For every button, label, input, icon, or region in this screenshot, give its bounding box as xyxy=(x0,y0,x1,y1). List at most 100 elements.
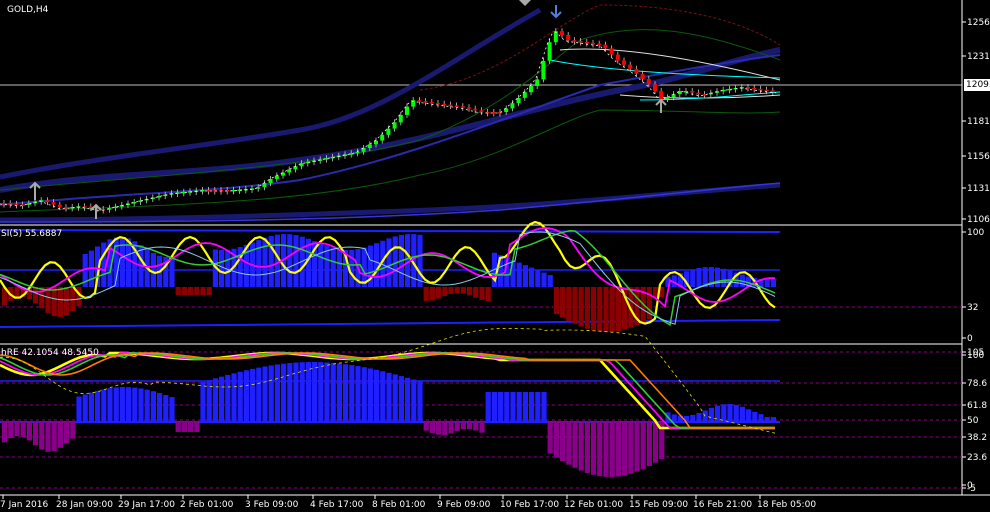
bear-candle xyxy=(14,203,19,206)
bear-candle xyxy=(566,35,571,41)
bear-candle xyxy=(646,79,651,85)
fib-histogram-bar xyxy=(88,392,94,422)
rsi-histogram-bar xyxy=(615,287,621,332)
bear-candle xyxy=(479,110,484,112)
fib-histogram-bar xyxy=(622,422,628,476)
rsi-histogram-bar xyxy=(578,287,584,327)
fib-histogram-bar xyxy=(653,422,659,463)
bull-candle xyxy=(293,166,298,170)
time-tick-label: 28 Jan 09:00 xyxy=(56,500,113,510)
fib-histogram-bar xyxy=(243,370,249,422)
rsi-histogram-bar xyxy=(429,287,435,301)
bear-candle xyxy=(758,88,763,91)
time-tick-label: 18 Feb 05:00 xyxy=(757,500,816,510)
fib-histogram-bar xyxy=(374,369,380,422)
rsi-histogram-bar xyxy=(454,287,460,294)
fib-histogram-bar xyxy=(95,390,101,422)
fib-histogram-bar xyxy=(2,422,8,443)
time-tick-label: 16 Feb 21:00 xyxy=(693,500,752,510)
rsi-level-label: 32 xyxy=(967,303,978,313)
rsi-histogram-bar xyxy=(448,287,454,294)
bear-candle xyxy=(746,87,750,89)
bear-candle xyxy=(609,48,614,55)
fib-histogram-bar xyxy=(603,422,609,477)
fib-histogram-bar xyxy=(200,381,206,422)
fib-histogram-bar xyxy=(312,362,318,422)
fib-histogram-bar xyxy=(293,362,299,422)
fib-histogram-bar xyxy=(380,371,386,422)
rsi-histogram-bar xyxy=(423,287,429,301)
rsi-histogram-bar xyxy=(473,287,479,298)
fib-histogram-bar xyxy=(560,422,566,462)
fib-histogram-bar xyxy=(237,371,243,422)
fib-histogram-bar xyxy=(708,407,714,422)
fib-level-label: 61.8 xyxy=(967,401,987,411)
bear-candle xyxy=(429,102,434,104)
fib-histogram-bar xyxy=(250,368,256,422)
fib-histogram-bar xyxy=(175,422,181,432)
bull-candle xyxy=(535,79,540,86)
fib-histogram-bar xyxy=(628,422,634,474)
bear-candle xyxy=(597,43,602,46)
fib-histogram-bar xyxy=(64,422,70,444)
rsi-histogram-bar xyxy=(770,278,776,287)
fib-histogram-bar xyxy=(764,417,770,422)
fib-histogram-bar xyxy=(423,422,429,431)
bear-candle xyxy=(442,103,447,106)
rsi-histogram-bar xyxy=(715,267,721,287)
bear-candle xyxy=(696,92,701,95)
fib-histogram-bar xyxy=(696,412,702,422)
fib-histogram-bar xyxy=(8,422,14,439)
fib-histogram-bar xyxy=(541,392,547,422)
fib-histogram-bar xyxy=(578,422,584,471)
fib-histogram-bar xyxy=(256,367,262,422)
bull-candle xyxy=(367,144,372,149)
fib-histogram-bar xyxy=(485,392,491,422)
fib-level-label: 78.6 xyxy=(967,379,987,389)
fib-histogram-bar xyxy=(479,422,485,433)
bear-candle xyxy=(603,44,608,49)
rsi-histogram-bar xyxy=(262,237,268,287)
rsi-histogram-bar xyxy=(566,287,572,321)
gold-h4-chart[interactable]: 1256. 1231. 1181. 1156. 1131. 1106. 100 32 0 10… xyxy=(0,0,990,512)
fib-histogram-bar xyxy=(26,422,32,441)
fib-histogram-bar xyxy=(343,364,349,422)
fib-histogram-bar xyxy=(82,394,88,422)
fib-histogram-bar xyxy=(281,363,287,422)
fib-histogram-bar xyxy=(107,388,113,422)
rsi-histogram-bar xyxy=(287,234,293,287)
rsi-histogram-bar xyxy=(324,245,330,287)
fib-histogram-bar xyxy=(746,409,752,422)
fib-histogram-bar xyxy=(336,363,342,422)
bear-candle xyxy=(206,190,211,192)
rsi-histogram-bar xyxy=(330,247,336,287)
fib-histogram-bar xyxy=(535,392,541,422)
fib-histogram-bar xyxy=(212,378,218,422)
rsi-histogram-bar xyxy=(57,287,63,317)
rsi-histogram-bar xyxy=(535,270,541,287)
time-tick-label: 10 Feb 17:00 xyxy=(500,500,559,510)
rsi-histogram-bar xyxy=(467,287,473,296)
current-price-tag: 1209. xyxy=(964,79,990,91)
fib-histogram-bar xyxy=(727,404,733,422)
fib-level-label: 50 xyxy=(967,416,979,426)
fib-histogram-bar xyxy=(367,368,373,422)
fib-histogram-bar xyxy=(758,414,764,422)
rsi-histogram-bar xyxy=(603,287,609,332)
rsi-histogram-bar xyxy=(436,287,442,299)
bull-candle xyxy=(405,106,409,115)
time-tick-label: 12 Feb 01:00 xyxy=(564,500,623,510)
fib-histogram-bar xyxy=(20,422,26,437)
fib-histogram-bar xyxy=(405,377,411,422)
bear-candle xyxy=(628,64,633,69)
price-tick-label: 1231. xyxy=(967,52,990,62)
rsi-histogram-bar xyxy=(510,260,516,287)
bear-candle xyxy=(615,54,620,61)
fib-histogram-bar xyxy=(417,381,423,422)
bull-candle xyxy=(398,114,403,123)
fib-histogram-bar xyxy=(429,422,435,433)
fib-histogram-bar xyxy=(70,422,76,439)
fib-histogram-bar xyxy=(126,387,132,422)
bear-candle xyxy=(448,104,453,107)
fib-level-label: -5 xyxy=(967,484,976,494)
